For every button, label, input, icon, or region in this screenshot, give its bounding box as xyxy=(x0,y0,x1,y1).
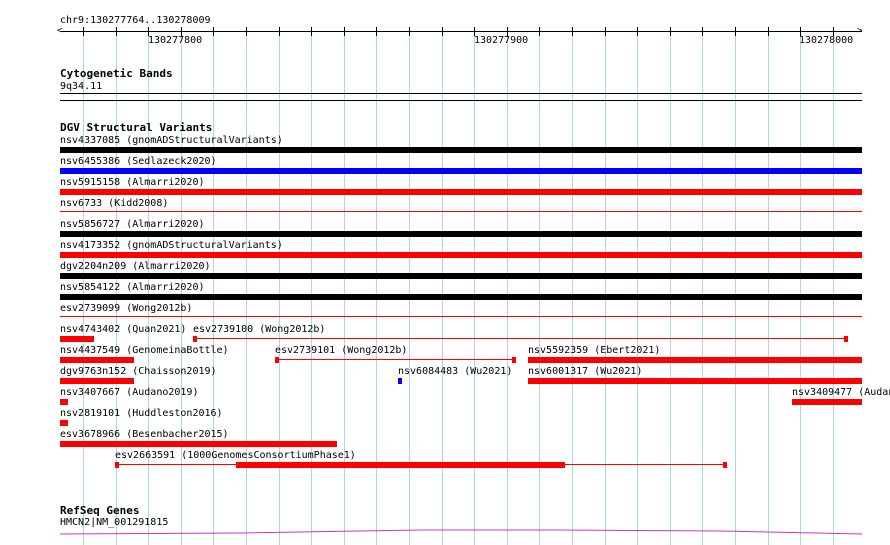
refseq-gene-curve xyxy=(59,529,863,535)
genome-browser-view: chr9:130277764..130278009 < > 130277800 … xyxy=(0,0,890,545)
refseq-gene-line[interactable] xyxy=(0,0,890,545)
